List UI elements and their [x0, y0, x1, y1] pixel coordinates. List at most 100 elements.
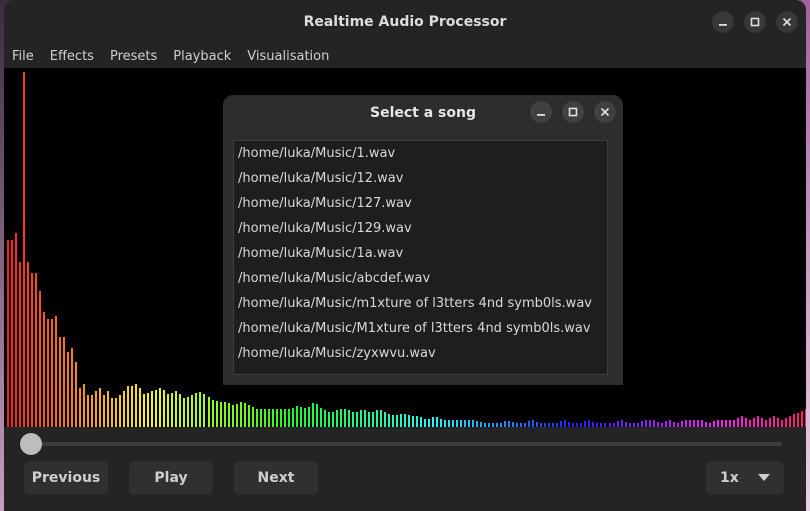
title-bar[interactable]: Realtime Audio Processor [4, 0, 806, 44]
spectrum-bar [403, 413, 406, 427]
chevron-down-icon [758, 474, 770, 481]
spectrum-bar [331, 411, 334, 427]
dialog-maximize-button[interactable] [562, 101, 584, 123]
playback-controls: Previous Play Next 1x [4, 427, 806, 511]
next-button[interactable]: Next [234, 461, 318, 495]
spectrum-bar [275, 409, 278, 427]
spectrum-bar [452, 419, 455, 427]
song-list-item[interactable]: /home/luka/Music/zyxwvu.wav [234, 341, 607, 366]
song-list-item[interactable]: /home/luka/Music/12.wav [234, 166, 607, 191]
spectrum-bar [464, 419, 467, 427]
spectrum-bar [31, 272, 34, 427]
spectrum-bar [83, 383, 86, 427]
spectrum-bar [456, 419, 459, 427]
spectrum-bar [564, 420, 567, 427]
spectrum-bar [688, 419, 691, 427]
maximize-button[interactable] [744, 11, 766, 33]
maximize-icon [568, 107, 578, 117]
spectrum-bar [63, 337, 66, 427]
spectrum-bar [323, 410, 326, 427]
spectrum-bar [267, 409, 270, 427]
play-button[interactable]: Play [129, 461, 213, 495]
previous-button[interactable]: Previous [24, 461, 108, 495]
spectrum-bar [359, 409, 362, 427]
spectrum-bar [375, 409, 378, 427]
spectrum-bar [151, 391, 154, 427]
spectrum-bar [195, 393, 198, 427]
spectrum-bar [700, 420, 703, 427]
spectrum-bar [163, 390, 166, 427]
spectrum-bar [99, 387, 102, 427]
seek-slider-track[interactable] [30, 442, 782, 446]
spectrum-bar [127, 385, 130, 427]
spectrum-bar [23, 71, 26, 427]
spectrum-bar [444, 419, 447, 427]
menu-bar: File Effects Presets Playback Visualisat… [4, 44, 806, 68]
spectrum-bar [135, 384, 138, 427]
spectrum-bar [440, 418, 443, 427]
spectrum-bar [103, 394, 106, 427]
song-list-item[interactable]: /home/luka/Music/M1xture of l3tters 4nd … [234, 316, 607, 341]
spectrum-bar [35, 272, 38, 427]
spectrum-bar [211, 399, 214, 427]
speed-value: 1x [720, 470, 739, 486]
spectrum-bar [692, 419, 695, 427]
spectrum-bar [87, 394, 90, 427]
spectrum-bar [788, 416, 791, 427]
spectrum-bar [412, 416, 414, 427]
song-list-item[interactable]: /home/luka/Music/129.wav [234, 216, 607, 241]
close-button[interactable] [776, 11, 798, 33]
menu-playback[interactable]: Playback [165, 49, 239, 64]
spectrum-bar [460, 419, 463, 427]
minimize-icon [719, 24, 727, 26]
song-list-item[interactable]: /home/luka/Music/abcdef.wav [234, 266, 607, 291]
song-list: /home/luka/Music/1.wav /home/luka/Music/… [233, 140, 608, 375]
maximize-icon [750, 17, 760, 27]
spectrum-bar [347, 410, 350, 427]
song-list-item[interactable]: /home/luka/Music/127.wav [234, 191, 607, 216]
spectrum-bar [436, 417, 439, 427]
menu-effects[interactable]: Effects [42, 49, 102, 64]
minimize-button[interactable] [712, 11, 734, 33]
menu-presets[interactable]: Presets [102, 49, 165, 64]
menu-visualisation[interactable]: Visualisation [239, 49, 337, 64]
seek-slider-knob[interactable] [20, 433, 42, 455]
spectrum-bar [287, 409, 290, 427]
spectrum-bar [299, 406, 302, 427]
spectrum-bar [207, 397, 210, 427]
spectrum-bar [67, 351, 70, 427]
spectrum-bar [395, 415, 398, 427]
menu-file[interactable]: File [4, 49, 42, 64]
spectrum-bar [668, 420, 671, 427]
song-list-item[interactable]: /home/luka/Music/1a.wav [234, 241, 607, 266]
spectrum-bar [776, 418, 779, 427]
spectrum-bar [796, 412, 799, 427]
spectrum-bar [115, 398, 118, 427]
spectrum-bar [239, 402, 242, 427]
spectrum-bar [772, 416, 775, 427]
song-list-item[interactable]: /home/luka/Music/m1xture of l3tters 4nd … [234, 291, 607, 316]
spectrum-bar [804, 409, 806, 427]
spectrum-bar [59, 337, 62, 427]
spectrum-bar [648, 419, 651, 427]
spectrum-bar [79, 387, 82, 427]
dialog-close-button[interactable] [594, 101, 616, 123]
spectrum-bar [764, 419, 767, 427]
spectrum-bar [684, 419, 687, 427]
spectrum-bar [255, 408, 258, 427]
spectrum-bar [424, 418, 427, 427]
song-list-item[interactable]: /home/luka/Music/1.wav [234, 141, 607, 166]
spectrum-bar [724, 419, 727, 427]
spectrum-bar [367, 411, 370, 427]
spectrum-bar [15, 233, 18, 427]
speed-dropdown[interactable]: 1x [706, 461, 784, 495]
spectrum-bar [379, 410, 382, 427]
spectrum-bar [768, 417, 771, 427]
spectrum-bar [111, 398, 114, 427]
spectrum-bar [644, 419, 647, 427]
spectrum-bar [720, 419, 723, 427]
dialog-minimize-button[interactable] [530, 101, 552, 123]
select-song-dialog: Select a song /home/luka/Music/1.wav /ho… [223, 95, 623, 385]
spectrum-bar [432, 417, 435, 427]
spectrum-bar [756, 416, 759, 427]
